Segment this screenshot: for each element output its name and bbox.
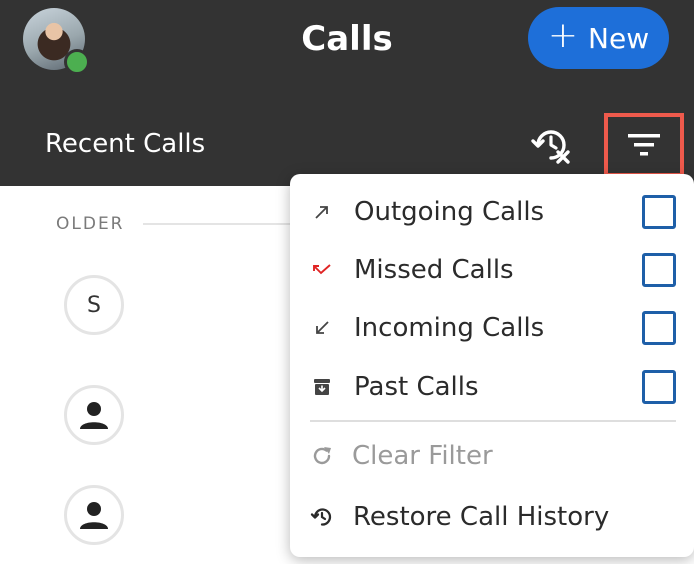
clear-history-icon[interactable] [530, 124, 572, 166]
section-label-older: OLDER [56, 214, 125, 234]
new-call-button[interactable]: + New [528, 7, 669, 69]
menu-item-label: Missed Calls [354, 255, 514, 285]
person-icon [80, 502, 108, 529]
outgoing-calls-checkbox[interactable] [642, 195, 676, 229]
recent-calls-heading: Recent Calls [45, 129, 206, 159]
filter-dropdown-menu: Outgoing Calls Missed Calls Incoming Cal… [290, 174, 694, 557]
outgoing-arrow-icon [310, 200, 334, 224]
archive-icon [310, 375, 334, 399]
filter-icon [628, 134, 660, 156]
person-icon [80, 402, 108, 429]
missed-call-icon [310, 258, 334, 282]
contact-avatar[interactable] [64, 385, 124, 445]
restore-call-history-item[interactable]: Restore Call History [290, 488, 694, 546]
contact-avatar[interactable]: S [64, 275, 124, 335]
menu-divider [310, 420, 676, 422]
menu-item-past-calls[interactable]: Past Calls [290, 358, 694, 416]
clear-filter-label: Clear Filter [352, 441, 493, 471]
history-icon [310, 505, 334, 529]
restore-call-history-label: Restore Call History [353, 502, 610, 532]
plus-icon: + [547, 15, 579, 56]
incoming-calls-checkbox[interactable] [642, 311, 676, 345]
section-divider [143, 223, 293, 225]
menu-item-outgoing-calls[interactable]: Outgoing Calls [290, 183, 694, 241]
contact-avatar[interactable] [64, 485, 124, 545]
missed-calls-checkbox[interactable] [642, 253, 676, 287]
filter-button[interactable] [604, 113, 684, 177]
new-call-button-label: New [588, 21, 650, 55]
refresh-icon [310, 444, 334, 468]
past-calls-checkbox[interactable] [642, 370, 676, 404]
menu-item-label: Incoming Calls [354, 313, 545, 343]
menu-item-incoming-calls[interactable]: Incoming Calls [290, 299, 694, 357]
menu-item-label: Outgoing Calls [354, 197, 545, 227]
incoming-arrow-icon [310, 316, 334, 340]
clear-filter-item[interactable]: Clear Filter [290, 427, 694, 485]
menu-item-label: Past Calls [354, 372, 479, 402]
contact-initial: S [87, 292, 101, 318]
menu-item-missed-calls[interactable]: Missed Calls [290, 241, 694, 299]
